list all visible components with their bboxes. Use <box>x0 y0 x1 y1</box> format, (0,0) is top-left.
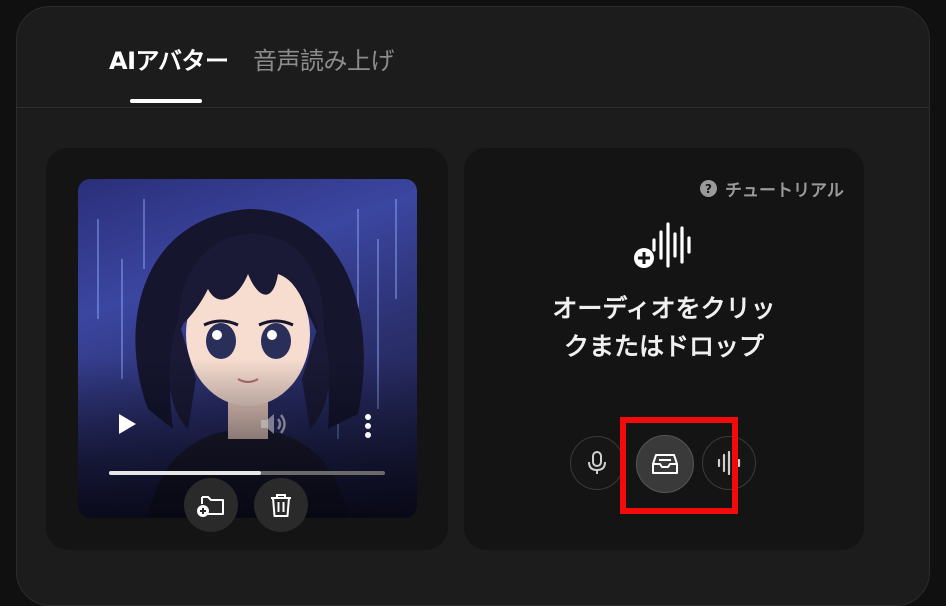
add-to-folder-button[interactable] <box>184 478 238 532</box>
avatar-thumbnail[interactable] <box>78 179 417 518</box>
active-tab-indicator <box>130 99 202 103</box>
more-vertical-icon[interactable] <box>364 413 372 443</box>
playback-progress-fill <box>109 471 261 475</box>
drop-zone-text[interactable]: オーディオをクリックまたはドロップ <box>544 290 784 366</box>
microphone-icon <box>588 451 606 474</box>
trash-icon <box>271 494 291 517</box>
delete-button[interactable] <box>254 478 308 532</box>
play-icon[interactable] <box>116 412 138 440</box>
avatar-card <box>46 148 448 550</box>
folder-add-icon <box>197 496 224 517</box>
audio-add-icon[interactable] <box>632 222 694 276</box>
record-microphone-button[interactable] <box>570 436 624 490</box>
tab-ai-avatar[interactable]: AIアバター <box>109 41 229 76</box>
playback-progress-bar[interactable] <box>109 471 385 475</box>
tutorial-label: チュートリアル <box>725 181 844 201</box>
volume-icon[interactable] <box>259 411 289 441</box>
tab-text-to-speech[interactable]: 音声読み上げ <box>253 41 395 76</box>
tab-bar: AIアバター 音声読み上げ <box>17 7 929 108</box>
tutorial-link[interactable]: ? チュートリアル <box>700 176 844 201</box>
highlight-annotation-box <box>620 417 738 514</box>
help-icon: ? <box>700 180 717 197</box>
